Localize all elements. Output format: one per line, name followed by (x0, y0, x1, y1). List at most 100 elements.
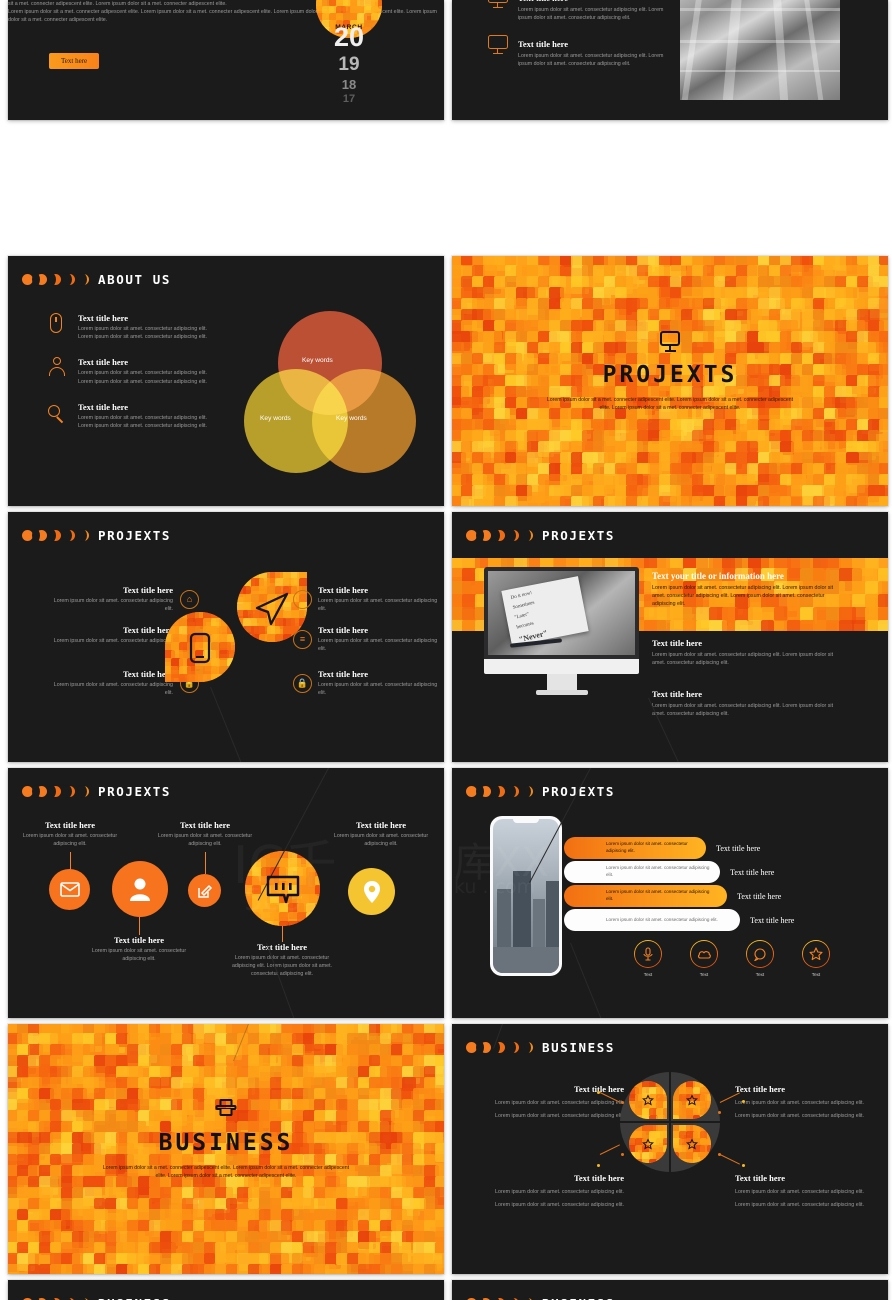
quadrant-petal[interactable] (629, 1081, 667, 1119)
slide-grid: sit a met. connecter adipescent elite. L… (8, 0, 884, 1300)
chat-icon[interactable] (746, 940, 774, 968)
list-item[interactable]: Text title here Lorem ipsum dolor sit am… (48, 402, 208, 430)
moon-icon-half (50, 274, 61, 285)
desk-photo: Do it now! Sometimes "Later" becomes "Ne… (488, 571, 635, 655)
list-item[interactable]: Text title here Lorem ipsum dolor sit am… (488, 34, 668, 68)
list-item[interactable]: Lorem ipsum dolor sit amet. consectetur … (564, 861, 774, 883)
user-icon[interactable] (112, 861, 168, 917)
printer-icon (216, 1099, 237, 1116)
pill-bar[interactable]: Lorem ipsum dolor sit amet. consectetur … (564, 909, 740, 931)
list-item[interactable]: Text title here Lorem ipsum dolor sit am… (150, 820, 260, 848)
quadrant-petal[interactable] (673, 1125, 711, 1163)
moon-phase-logo (466, 1042, 533, 1053)
microphone-icon[interactable] (634, 940, 662, 968)
edit-icon[interactable] (188, 874, 221, 907)
slide-projexts-monitor[interactable]: PROJEXTS Do it now! Sometimes "Later" be… (452, 512, 888, 762)
home-icon[interactable]: ⌂ (293, 590, 312, 609)
list-item-title: Text title here (78, 402, 208, 412)
star-icon[interactable] (802, 940, 830, 968)
moon-icon-half (50, 530, 61, 541)
icon-item[interactable]: Text (690, 940, 718, 977)
moon-icon-gibbous (36, 786, 47, 797)
pin-icon[interactable] (348, 868, 395, 915)
year-2019: 19 (316, 55, 382, 74)
list-item[interactable]: Text title here Lorem ipsum dolor sit am… (735, 1084, 883, 1125)
lock-icon[interactable]: 🔒 (293, 674, 312, 693)
about-items: Text title here Lorem ipsum dolor sit am… (48, 313, 208, 446)
list-item[interactable]: Text title here Lorem ipsum dolor sit am… (476, 1084, 624, 1125)
slide-about-us[interactable]: ABOUT US Text title here Lorem ipsum dol… (8, 256, 444, 506)
list-item-body: Lorem ipsum dolor sit amet. consectetur … (326, 832, 436, 848)
slide-projexts-divider[interactable]: PROJEXTS Lorem ipsum dolor sit a met. co… (452, 256, 888, 506)
list-item-body: Lorem ipsum dolor sit amet. consectetur … (735, 1112, 883, 1120)
list-item[interactable]: Text title here Lorem ipsum dolor sit am… (652, 689, 842, 718)
list-item[interactable]: Text title here Lorem ipsum dolor sit am… (318, 585, 443, 613)
list-item[interactable]: Text title here Lorem ipsum dolor sit am… (15, 820, 125, 848)
list-item[interactable]: Text title here Lorem ipsum dolor sit am… (48, 357, 208, 385)
slide-content-date[interactable]: sit a met. connecter adipescent elite. L… (8, 0, 444, 120)
list-item[interactable]: Text title here Lorem ipsum dolor sit am… (84, 935, 194, 963)
home-icon[interactable]: ⌂ (180, 590, 199, 609)
year-2020: 20 (316, 24, 382, 51)
icon-item[interactable]: Text (802, 940, 830, 977)
list-item[interactable]: Text title here Lorem ipsum dolor sit am… (488, 0, 668, 22)
moon-icon-thin (78, 786, 89, 797)
list-item-title: Text title here (476, 1173, 624, 1183)
list-item[interactable]: Text title here Lorem ipsum dolor sit am… (48, 625, 173, 653)
list-item-body: Lorem ipsum dolor sit amet. consectetur … (48, 597, 173, 613)
list-item[interactable]: Text title here Lorem ipsum dolor sit am… (735, 1173, 883, 1214)
chat-icon[interactable] (245, 851, 320, 926)
pill-bar[interactable]: Lorem ipsum dolor sit amet. consectetur … (564, 885, 727, 907)
list-item[interactable]: Text title here Lorem ipsum dolor sit am… (652, 638, 842, 667)
list-item-body: Lorem ipsum dolor sit amet. consectetur … (476, 1112, 624, 1120)
moon-icon-half (494, 786, 505, 797)
icon-item[interactable]: Text (746, 940, 774, 977)
banner-title: Text your title or information here (652, 571, 842, 581)
list-item[interactable]: Text title here Lorem ipsum dolor sit am… (326, 820, 436, 848)
slide-projexts-blobs[interactable]: PROJEXTS Text title here Lorem ipsum dol… (8, 512, 444, 762)
phone-notch (513, 818, 539, 823)
slide-business-people[interactable]: BUSINESS Lorem ipsum dolor sit amet. con… (8, 1280, 444, 1300)
pill-bar[interactable]: Lorem ipsum dolor sit amet. consectetur … (564, 861, 720, 883)
slide-business-three-columns[interactable]: BUSINESS Text title here Lorem ipsum dol… (452, 1280, 888, 1300)
cloud-icon[interactable] (690, 940, 718, 968)
moon-icon-thin (78, 530, 89, 541)
slide-projexts-phone[interactable]: PROJEXTS Lorem ipsum dolor sit amet. con… (452, 768, 888, 1018)
slide-header-title: BUSINESS (98, 1296, 171, 1300)
venn-label-top: Key words (302, 357, 333, 364)
list-item[interactable]: Text title here Lorem ipsum dolor sit am… (318, 669, 443, 697)
divider-title: BUSINESS (8, 1130, 444, 1156)
pill-bar[interactable]: Lorem ipsum dolor sit amet. consectetur … (564, 837, 706, 859)
slide-business-divider[interactable]: BUSINESS Lorem ipsum dolor sit a met. co… (8, 1024, 444, 1274)
list-item[interactable]: Text title here Lorem ipsum dolor sit am… (318, 625, 443, 653)
list-item[interactable]: Lorem ipsum dolor sit amet. consectetur … (564, 909, 794, 931)
list-item-title: Text title here (48, 669, 173, 679)
list-item-body: Lorem ipsum dolor sit amet. consectetur … (227, 954, 337, 979)
list-item[interactable]: Text title here Lorem ipsum dolor sit am… (48, 669, 173, 697)
list-item-title: Text title here (518, 0, 568, 3)
list-item[interactable]: Text title here Lorem ipsum dolor sit am… (476, 1173, 624, 1214)
quadrant-petal[interactable] (673, 1081, 711, 1119)
pill-label: Text title here (737, 892, 781, 901)
layers-icon[interactable]: ≡ (293, 630, 312, 649)
list-item[interactable]: Text title here Lorem ipsum dolor sit am… (227, 942, 337, 979)
list-item[interactable]: Text title here Lorem ipsum dolor sit am… (48, 585, 173, 613)
quadrant-petal[interactable] (629, 1125, 667, 1163)
brand-header: PROJEXTS (466, 784, 615, 799)
icon-item[interactable]: Text (634, 940, 662, 977)
list-item-title: Text title here (78, 313, 208, 323)
pill-body: Lorem ipsum dolor sit amet. consectetur … (564, 841, 706, 855)
list-item-body: Lorem ipsum dolor sit amet. consectetur … (48, 681, 173, 697)
moon-icon-gibbous (480, 1042, 491, 1053)
list-item[interactable]: Lorem ipsum dolor sit amet. consectetur … (564, 837, 760, 859)
slide-projexts-circles[interactable]: PROJEXTS Text title here Lorem ipsum dol… (8, 768, 444, 1018)
slide-business-quadrant[interactable]: BUSINESS Text title here Lorem ipsum dol… (452, 1024, 888, 1274)
list-item-title: Text title here (15, 820, 125, 830)
text-here-button[interactable]: Text here (49, 53, 99, 69)
list-item[interactable]: Lorem ipsum dolor sit amet. consectetur … (564, 885, 781, 907)
slide-icon-list-photo[interactable]: Text title here Lorem ipsum dolor sit am… (452, 0, 888, 120)
pill-body: Lorem ipsum dolor sit amet. consectetur … (564, 865, 720, 879)
monitor-icon (660, 331, 680, 352)
list-item[interactable]: Text title here Lorem ipsum dolor sit am… (48, 313, 208, 341)
mail-icon[interactable] (49, 869, 90, 910)
